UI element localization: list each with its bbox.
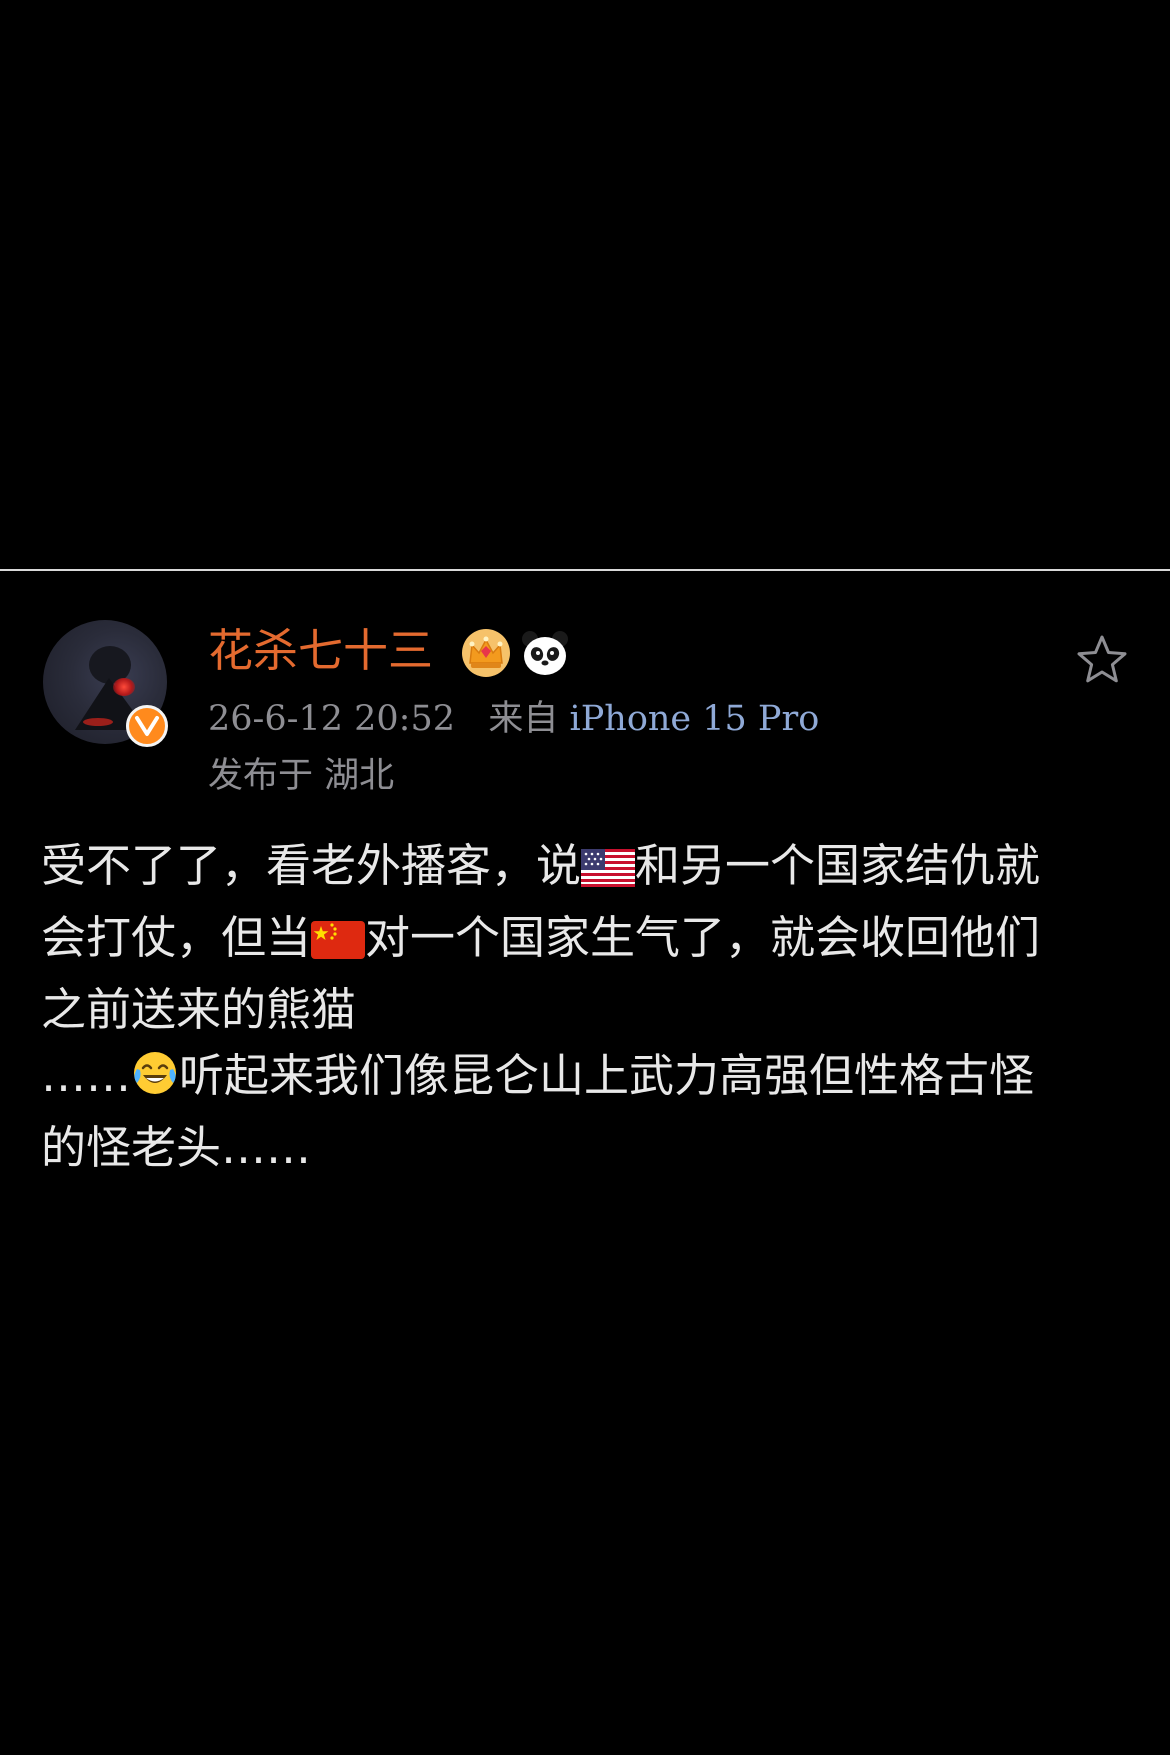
content-text: 对一个国家生气了，就会收回他们 [365, 911, 1041, 964]
panda-icon[interactable] [519, 627, 571, 679]
content-text: 会打仗，但当 [41, 911, 312, 964]
post-meta: 26-6-12 20:52 来自 iPhone 15 Pro [208, 697, 819, 741]
device-link[interactable]: iPhone 15 Pro [570, 699, 820, 739]
divider [0, 569, 1170, 571]
content-line-2: 会打仗，但当 对一个国家生气了，就会收回他们 [41, 905, 1136, 977]
star-icon[interactable] [1074, 632, 1130, 688]
avatar-lava [113, 678, 135, 696]
content-text: …… [41, 1049, 131, 1102]
content-line-5: 的怪老头…… [41, 1121, 312, 1174]
content-text: 受不了了，看老外播客，说 [41, 839, 582, 892]
crown-icon[interactable] [460, 627, 512, 679]
us-flag-icon [581, 839, 636, 905]
verified-icon [126, 705, 168, 747]
china-flag-icon [311, 911, 366, 977]
content-line-4: …… 听起来我们像昆仑山上武力高强但性格古怪 [41, 1043, 1136, 1115]
timestamp: 26-6-12 20:52 [208, 699, 455, 739]
source-prefix: 来自 [488, 699, 559, 739]
content-line-3: 之前送来的熊猫 [41, 983, 357, 1036]
post-content: 受不了了，看老外播客，说 和另一个国家结仇就 会打仗，但当 对一个国家生气了，就… [41, 833, 1136, 1181]
post-location: 发布于 湖北 [208, 756, 395, 796]
crying-laughing-icon [131, 1049, 179, 1115]
avatar-lava-flow [83, 718, 113, 726]
content-line-1: 受不了了，看老外播客，说 和另一个国家结仇就 [41, 833, 1136, 905]
content-text: 听起来我们像昆仑山上武力高强但性格古怪 [179, 1049, 1035, 1102]
content-text: 和另一个国家结仇就 [635, 839, 1041, 892]
username[interactable]: 花杀七十三 [208, 623, 433, 679]
